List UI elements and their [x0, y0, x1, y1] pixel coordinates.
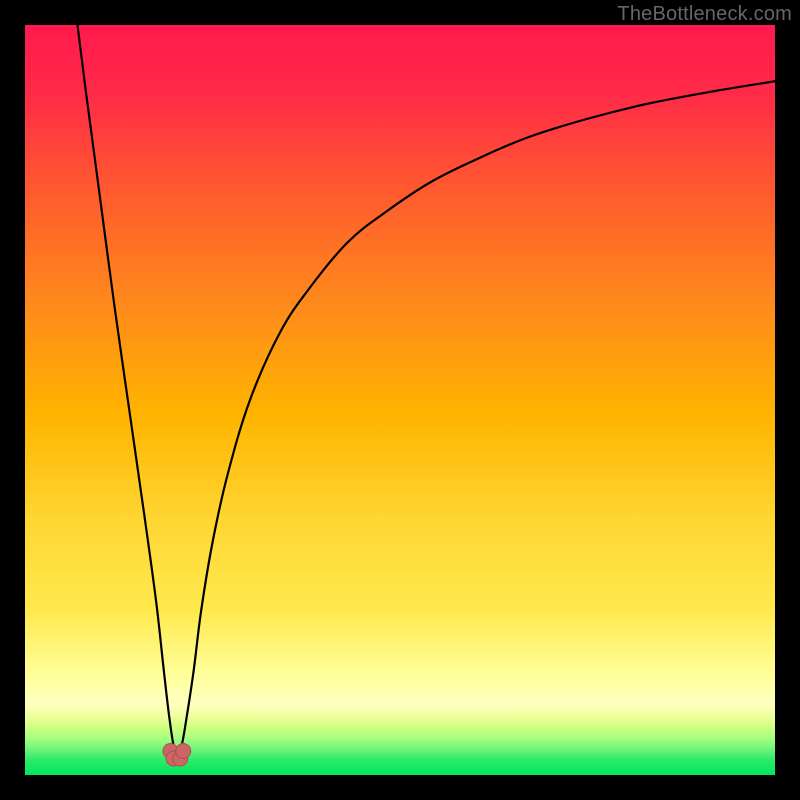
- min-marker: [176, 744, 191, 759]
- min-markers: [163, 744, 191, 767]
- attribution-text: TheBottleneck.com: [617, 3, 792, 26]
- gradient-background: [25, 25, 775, 775]
- chart-svg: [25, 25, 775, 775]
- chart-frame: [25, 25, 775, 775]
